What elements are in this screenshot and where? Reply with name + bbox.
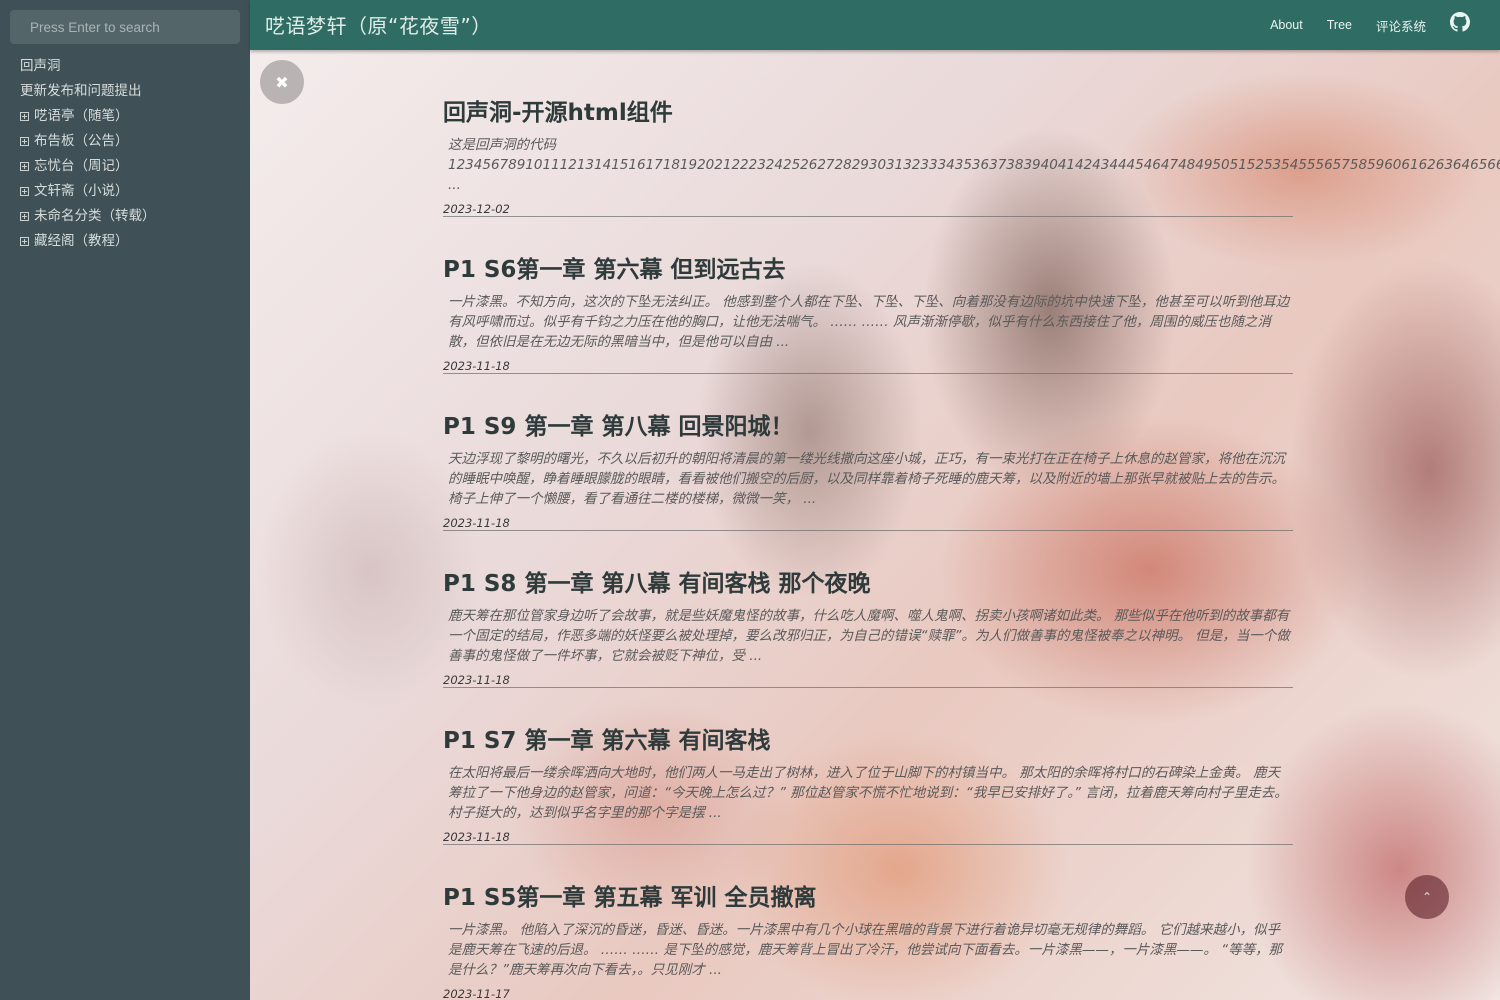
post-excerpt: 鹿天筹在那位管家身边听了会故事，就是些妖魔鬼怪的故事，什么吃人魔啊、噬人鬼啊、拐… xyxy=(448,608,1290,664)
post-date: 2023-11-18 xyxy=(443,673,510,687)
sidebar-item-label: 忘忧台（周记） xyxy=(34,158,129,174)
site-title[interactable]: 呓语梦轩（原“花夜雪”） xyxy=(265,10,492,39)
excerpt-line: ... xyxy=(448,177,461,193)
post-item: P1 S8 第一章 第八幕 有间客栈 那个夜晚 鹿天筹在那位管家身边听了会故事，… xyxy=(443,566,1293,723)
sidebar-item-echo-cave[interactable]: 回声洞 xyxy=(20,54,156,79)
post-title[interactable]: P1 S5第一章 第五幕 军训 全员撤离 xyxy=(443,880,1293,916)
post-date: 2023-11-18 xyxy=(443,516,510,530)
sidebar-item-label: 未命名分类（转载） xyxy=(34,208,156,224)
post-item: 回声洞-开源html组件 这是回声洞的代码 123456789101112131… xyxy=(443,95,1500,252)
sidebar-item-label: 呓语亭（随笔） xyxy=(34,108,129,124)
divider xyxy=(443,530,1293,531)
divider xyxy=(443,687,1293,688)
top-header: 呓语梦轩（原“花夜雪”） About Tree 评论系统 xyxy=(250,0,1500,50)
post-item: P1 S9 第一章 第八幕 回景阳城！ 天边浮现了黎明的曙光，不久以后初升的朝阳… xyxy=(443,409,1293,566)
close-icon: ✖ xyxy=(275,72,289,92)
post-item: P1 S5第一章 第五幕 军训 全员撤离 一片漆黑。 他陷入了深沉的昏迷，昏迷、… xyxy=(443,880,1293,1000)
sidebar-nav: 回声洞 更新发布和问题提出 呓语亭（随笔） 布告板（公告） 忘忧台（周记） 文轩… xyxy=(20,54,156,254)
post-title[interactable]: P1 S6第一章 第六幕 但到远古去 xyxy=(443,252,1293,288)
header-nav: About Tree 评论系统 xyxy=(1270,0,1500,50)
expand-icon[interactable] xyxy=(20,137,29,146)
sidebar: 回声洞 更新发布和问题提出 呓语亭（随笔） 布告板（公告） 忘忧台（周记） 文轩… xyxy=(0,0,250,1000)
divider xyxy=(443,844,1293,845)
post-excerpt: 在太阳将最后一缕余晖洒向大地时，他们两人一马走出了树林，进入了位于山脚下的村镇当… xyxy=(448,765,1288,821)
post-excerpt: 一片漆黑。 他陷入了深沉的昏迷，昏迷、昏迷。一片漆黑中有几个小球在黑暗的背景下进… xyxy=(448,922,1283,978)
chevron-up-icon: ⌃ xyxy=(1421,890,1433,904)
sidebar-item-tutorials[interactable]: 藏经阁（教程） xyxy=(20,229,156,254)
sidebar-item-label: 藏经阁（教程） xyxy=(34,233,129,249)
post-title[interactable]: 回声洞-开源html组件 xyxy=(443,95,1293,131)
sidebar-item-weekly[interactable]: 忘忧台（周记） xyxy=(20,154,156,179)
nav-link-comments[interactable]: 评论系统 xyxy=(1376,16,1426,35)
sidebar-item-label: 布告板（公告） xyxy=(34,133,129,149)
sidebar-item-essays[interactable]: 呓语亭（随笔） xyxy=(20,104,156,129)
expand-icon[interactable] xyxy=(20,212,29,221)
expand-icon[interactable] xyxy=(20,237,29,246)
sidebar-item-label: 更新发布和问题提出 xyxy=(20,83,142,99)
nav-link-tree[interactable]: Tree xyxy=(1327,18,1352,32)
post-item: P1 S6第一章 第六幕 但到远古去 一片漆黑。不知方向，这次的下坠无法纠正。 … xyxy=(443,252,1293,409)
divider xyxy=(443,373,1293,374)
post-excerpt: 一片漆黑。不知方向，这次的下坠无法纠正。 他感到整个人都在下坠、下坠、下坠、向着… xyxy=(448,294,1290,350)
sidebar-item-novels[interactable]: 文轩斋（小说） xyxy=(20,179,156,204)
sidebar-item-reposts[interactable]: 未命名分类（转载） xyxy=(20,204,156,229)
post-date: 2023-11-18 xyxy=(443,830,510,844)
back-to-top-button[interactable]: ⌃ xyxy=(1405,875,1449,919)
post-date: 2023-11-17 xyxy=(443,987,510,1000)
expand-icon[interactable] xyxy=(20,187,29,196)
post-list: 回声洞-开源html组件 这是回声洞的代码 123456789101112131… xyxy=(443,95,1500,1000)
sidebar-item-announcements[interactable]: 布告板（公告） xyxy=(20,129,156,154)
nav-link-about[interactable]: About xyxy=(1270,18,1303,32)
sidebar-item-label: 回声洞 xyxy=(20,58,61,74)
excerpt-line: 1234567891011121314151617181920212223242… xyxy=(448,157,1500,173)
excerpt-line: 这是回声洞的代码 xyxy=(448,137,556,153)
expand-icon[interactable] xyxy=(20,112,29,121)
post-title[interactable]: P1 S8 第一章 第八幕 有间客栈 那个夜晚 xyxy=(443,566,1293,602)
post-title[interactable]: P1 S7 第一章 第六幕 有间客栈 xyxy=(443,723,1293,759)
post-excerpt: 天边浮现了黎明的曙光，不久以后初升的朝阳将清晨的第一缕光线撒向这座小城，正巧，有… xyxy=(448,451,1285,507)
sidebar-item-updates[interactable]: 更新发布和问题提出 xyxy=(20,79,156,104)
close-button[interactable]: ✖ xyxy=(260,60,304,104)
post-date: 2023-11-18 xyxy=(443,359,510,373)
main-content: ✖ 回声洞-开源html组件 这是回声洞的代码 1234567891011121… xyxy=(250,50,1500,1000)
expand-icon[interactable] xyxy=(20,162,29,171)
github-icon[interactable] xyxy=(1450,12,1470,32)
search-input[interactable] xyxy=(10,10,240,44)
sidebar-item-label: 文轩斋（小说） xyxy=(34,183,129,199)
divider xyxy=(443,216,1293,217)
post-item: P1 S7 第一章 第六幕 有间客栈 在太阳将最后一缕余晖洒向大地时，他们两人一… xyxy=(443,723,1293,880)
post-title[interactable]: P1 S9 第一章 第八幕 回景阳城！ xyxy=(443,409,1293,445)
post-excerpt: 这是回声洞的代码 1234567891011121314151617181920… xyxy=(448,135,1500,195)
post-date: 2023-12-02 xyxy=(443,202,510,216)
